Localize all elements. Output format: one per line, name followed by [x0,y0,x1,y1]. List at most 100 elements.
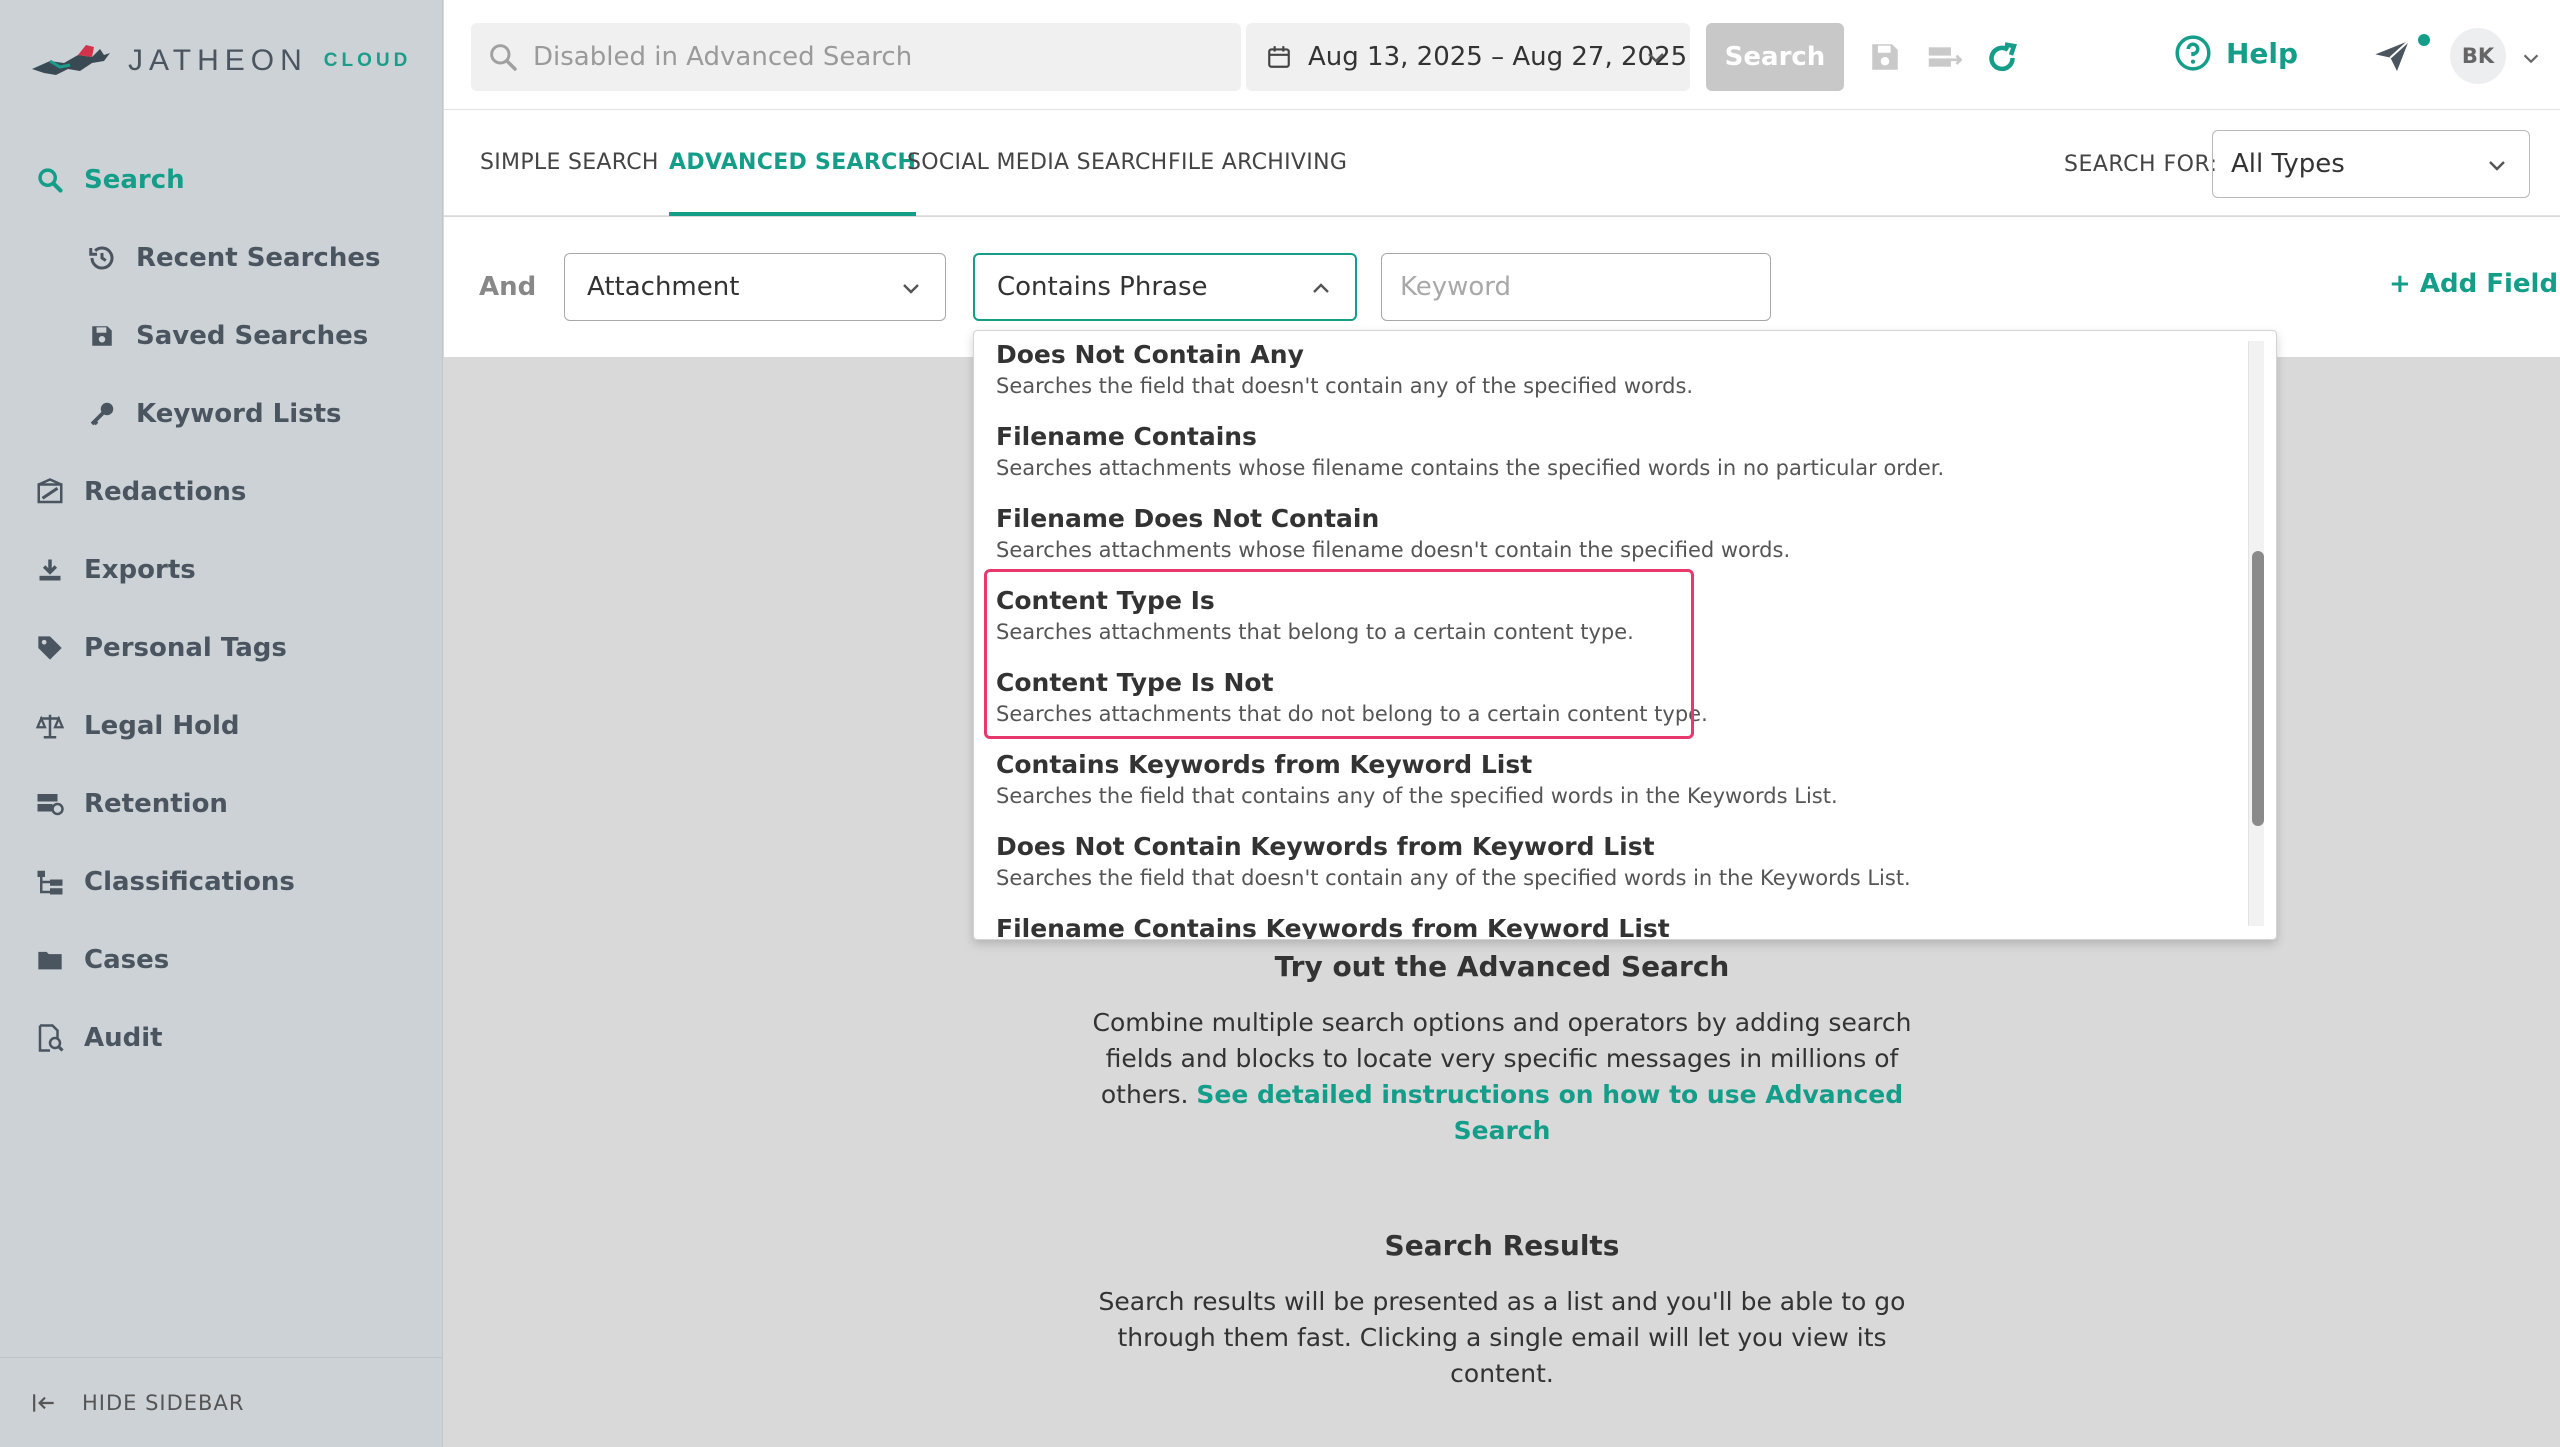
option-title: Does Not Contain Keywords from Keyword L… [996,832,1655,861]
keyword-input[interactable]: Keyword [1381,253,1771,321]
save-search-icon[interactable] [1868,40,1902,74]
sidebar-item-label: Exports [84,555,196,585]
chevron-down-icon[interactable] [2520,48,2542,70]
calendar-icon [1266,44,1292,70]
logo-text: JATHEON [128,44,308,77]
date-range-value: Aug 13, 2025 – Aug 27, 2025 [1308,42,1688,72]
sidebar-item-legal-hold[interactable]: Legal Hold [0,698,442,754]
sidebar-item-redactions[interactable]: Redactions [0,464,442,520]
search-input[interactable]: Disabled in Advanced Search [471,23,1241,91]
option-title: Content Type Is Not [996,668,1274,697]
dropdown-option-content-type-is-not[interactable]: Content Type Is Not Searches attachments… [996,667,2196,729]
logo-icon [32,45,110,75]
sidebar-item-cases[interactable]: Cases [0,932,442,988]
sidebar-item-label: Personal Tags [84,633,287,663]
help-label: Help [2226,36,2299,70]
chevron-down-icon [899,276,923,300]
option-title: Filename Contains [996,422,1257,451]
dropdown-option-content-type-is[interactable]: Content Type Is Searches attachments tha… [996,585,2196,647]
sidebar-item-label: Search [84,165,185,195]
option-description: Searches attachments whose filename cont… [996,456,1945,480]
sidebar-item-classifications[interactable]: Classifications [0,854,442,910]
folder-icon [30,940,70,980]
sidebar-item-exports[interactable]: Exports [0,542,442,598]
search-placeholder: Disabled in Advanced Search [533,42,913,72]
option-description: Searches the field that contains any of … [996,784,1838,808]
send-icon[interactable] [2372,36,2412,76]
sidebar-item-retention[interactable]: Retention [0,776,442,832]
empty-state: Try out the Advanced Search Combine mult… [444,950,2560,1392]
condition-select[interactable]: Contains Phrase [973,253,1357,321]
try-title: Try out the Advanced Search [1274,950,1730,983]
key-icon [82,394,122,434]
search-for-select[interactable]: All Types [2212,130,2530,198]
tab-file-archiving[interactable]: FILE ARCHIVING [1168,150,1347,216]
redaction-icon [30,472,70,512]
sidebar-item-search[interactable]: Search [0,152,442,208]
sidebar-item-label: Audit [84,1023,163,1053]
condition-select-value: Contains Phrase [997,272,1208,302]
condition-dropdown: Does Not Contain Any Searches the field … [973,330,2277,940]
option-title: Does Not Contain Any [996,340,1304,369]
audit-icon [30,1018,70,1058]
search-icon [487,41,519,73]
option-description: Searches attachments whose filename does… [996,538,1791,562]
option-description: Searches the field that doesn't contain … [996,374,1694,398]
sidebar-item-label: Keyword Lists [136,399,342,429]
sidebar-item-saved-searches[interactable]: Saved Searches [0,308,442,364]
notification-dot [2418,34,2430,46]
option-title: Contains Keywords from Keyword List [996,750,1533,779]
sidebar-item-keyword-lists[interactable]: Keyword Lists [0,386,442,442]
dropdown-scrollbar[interactable] [2248,341,2264,926]
tag-icon [30,628,70,668]
instructions-link[interactable]: See detailed instructions on how to use … [1196,1080,1903,1145]
help-link[interactable]: Help [2174,34,2298,72]
dropdown-option-filename-does-not-contain[interactable]: Filename Does Not Contain Searches attac… [996,503,2196,565]
dropdown-option-filename-contains[interactable]: Filename Contains Searches attachments w… [996,421,2196,483]
hide-sidebar-button[interactable]: HIDE SIDEBAR [0,1357,442,1447]
dropdown-option-filename-contains-keywords-from-list[interactable]: Filename Contains Keywords from Keyword … [996,913,2196,940]
tab-social-media-search[interactable]: SOCIAL MEDIA SEARCH [907,150,1168,216]
sidebar-item-audit[interactable]: Audit [0,1010,442,1066]
option-description: Searches the field that doesn't contain … [996,866,1911,890]
chevron-down-icon [2485,153,2509,177]
logo[interactable]: JATHEON CLOUD [30,36,411,86]
refresh-icon[interactable] [1984,40,2020,76]
results-text: Search results will be presented as a li… [1098,1287,1906,1388]
try-text: Combine multiple search options and oper… [1087,1005,1917,1149]
tab-advanced-search[interactable]: ADVANCED SEARCH [669,150,917,216]
sidebar: JATHEON CLOUD Search Recent Searches Sav… [0,0,443,1447]
search-icon [30,160,70,200]
date-range-picker[interactable]: Aug 13, 2025 – Aug 27, 2025 [1246,23,1690,91]
export-icon[interactable] [1926,40,1962,74]
retention-icon [30,784,70,824]
option-description: Searches attachments that do not belong … [996,702,1708,726]
add-field-button[interactable]: + Add Field [2389,269,2558,299]
sidebar-item-label: Cases [84,945,170,975]
field-select[interactable]: Attachment [564,253,946,321]
search-tabs: SIMPLE SEARCH ADVANCED SEARCH SOCIAL MED… [444,110,2560,216]
sidebar-item-label: Saved Searches [136,321,369,351]
chevron-down-icon [1644,45,1668,69]
search-button[interactable]: Search [1706,23,1844,91]
sidebar-item-personal-tags[interactable]: Personal Tags [0,620,442,676]
option-description: Searches attachments that belong to a ce… [996,620,1634,644]
dropdown-option-does-not-contain-any[interactable]: Does Not Contain Any Searches the field … [996,339,2196,401]
dropdown-option-does-not-contain-keywords-from-list[interactable]: Does Not Contain Keywords from Keyword L… [996,831,2196,893]
history-icon [82,238,122,278]
option-title: Filename Contains Keywords from Keyword … [996,914,1670,940]
avatar[interactable]: BK [2450,28,2506,84]
sidebar-item-label: Legal Hold [84,711,240,741]
collapse-icon [32,1392,58,1414]
keyword-placeholder: Keyword [1400,272,1512,302]
download-icon [30,550,70,590]
dropdown-option-contains-keywords-from-list[interactable]: Contains Keywords from Keyword List Sear… [996,749,2196,811]
sidebar-item-label: Recent Searches [136,243,381,273]
scrollbar-thumb[interactable] [2252,551,2264,826]
tab-simple-search[interactable]: SIMPLE SEARCH [480,150,659,216]
results-title: Search Results [1384,1229,1620,1262]
sidebar-item-recent-searches[interactable]: Recent Searches [0,230,442,286]
operator-label[interactable]: And [479,272,536,302]
hierarchy-icon [30,862,70,902]
sidebar-item-label: Retention [84,789,228,819]
